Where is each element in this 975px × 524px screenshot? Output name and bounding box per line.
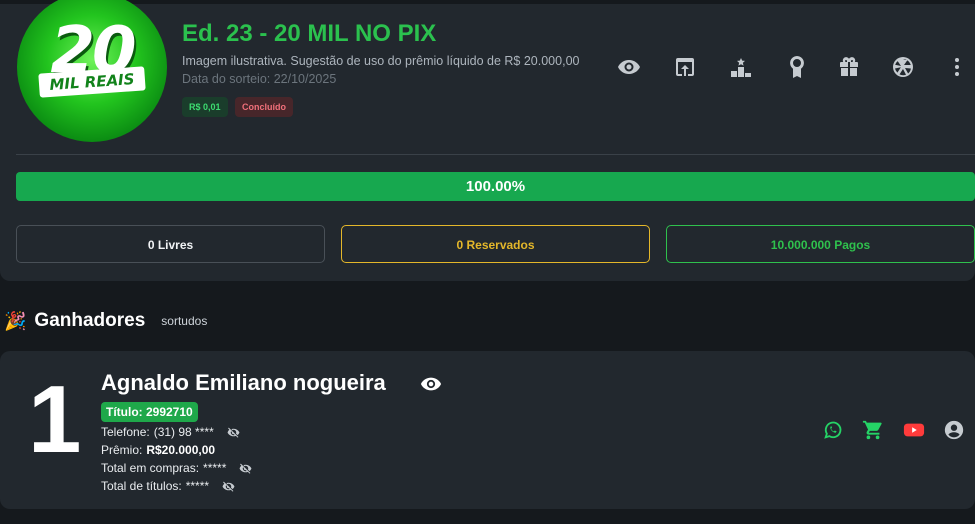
- gift-button[interactable]: [834, 52, 864, 82]
- party-icon: 🎉: [4, 310, 27, 331]
- reserved-count: 0 Reservados: [341, 225, 650, 263]
- user-icon: [944, 420, 964, 440]
- raffle-card: 20 MIL REAIS Ed. 23 - 20 MIL NO PIX Imag…: [0, 0, 975, 281]
- award-button[interactable]: [782, 52, 812, 82]
- cart-button[interactable]: [860, 417, 886, 443]
- draw-date: Data do sorteio: 22/10/2025: [182, 72, 337, 86]
- more-button[interactable]: [942, 52, 972, 82]
- youtube-button[interactable]: [901, 417, 927, 443]
- purchases-value: *****: [203, 461, 227, 475]
- raffle-actions: [612, 52, 972, 82]
- titles-row: Total de títulos: *****: [101, 479, 235, 493]
- youtube-icon: [903, 423, 925, 437]
- titles-label: Total de títulos:: [101, 479, 182, 493]
- winners-subtitle: sortudos: [161, 314, 208, 328]
- status-badge: Concluído: [235, 97, 293, 117]
- raffle-subtitle: Imagem ilustrativa. Sugestão de uso do p…: [182, 54, 580, 68]
- winners-heading: 🎉 Ganhadores sortudos: [4, 308, 207, 334]
- eye-off-icon[interactable]: [227, 426, 240, 439]
- raffle-logo[interactable]: 20 MIL REAIS: [17, 0, 167, 142]
- divider: [16, 154, 975, 155]
- eye-icon: [618, 60, 640, 74]
- eye-icon: [420, 377, 442, 391]
- cart-icon: [862, 420, 882, 440]
- winner-name: Agnaldo Emiliano nogueira: [101, 370, 386, 395]
- eye-off-icon[interactable]: [239, 462, 252, 475]
- titles-value: *****: [185, 479, 210, 493]
- free-count: 0 Livres: [16, 225, 325, 263]
- raffle-title: Ed. 23 - 20 MIL NO PIX: [182, 20, 437, 47]
- whatsapp-icon: [824, 421, 842, 439]
- winner-rank: 1: [28, 366, 82, 473]
- reveal-winner-button[interactable]: [419, 373, 443, 395]
- view-button[interactable]: [614, 52, 644, 82]
- purchases-label: Total em compras:: [101, 461, 200, 475]
- winner-actions: [820, 417, 975, 443]
- more-vert-icon: [955, 58, 959, 76]
- gift-icon: [840, 57, 858, 76]
- share-icon: [676, 58, 694, 76]
- prize-label: Prêmio:: [101, 443, 143, 457]
- paid-count: 10.000.000 Pagos: [666, 225, 975, 263]
- winners-title: Ganhadores: [34, 310, 146, 331]
- ticket-badge: Título: 2992710: [101, 402, 198, 422]
- phone-row: Telefone: (31) 98 ****: [101, 425, 240, 439]
- ranking-button[interactable]: [726, 52, 756, 82]
- purchases-row: Total em compras: *****: [101, 461, 252, 475]
- eye-off-icon[interactable]: [222, 480, 235, 493]
- share-button[interactable]: [670, 52, 700, 82]
- podium-icon: [731, 58, 751, 77]
- whatsapp-button[interactable]: [820, 417, 846, 443]
- price-badge: R$ 0,01: [182, 97, 228, 117]
- prize-row: Prêmio: R$20.000,00: [101, 443, 215, 457]
- award-icon: [790, 56, 804, 78]
- progress-bar: 100.00%: [16, 172, 975, 201]
- phone-value: (31) 98 ****: [153, 425, 214, 439]
- spin-wheel-icon: [893, 57, 913, 77]
- prize-value: R$20.000,00: [146, 443, 216, 457]
- profile-button[interactable]: [941, 417, 967, 443]
- spin-button[interactable]: [888, 52, 918, 82]
- phone-label: Telefone:: [101, 425, 150, 439]
